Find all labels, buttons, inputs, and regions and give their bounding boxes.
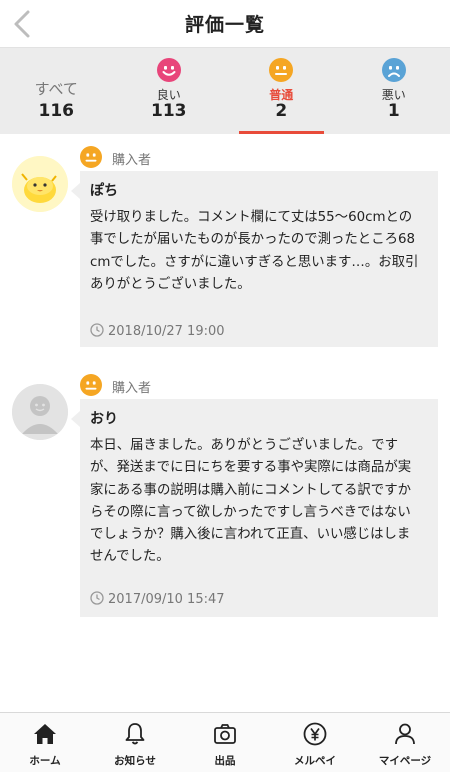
bottom-navigation: ホーム お知らせ 出品 メルペイ マイページ: [0, 712, 450, 772]
default-avatar-icon: [12, 384, 68, 440]
review-comment: 受け取りました。コメント欄にて丈は55〜60cmとの事でしたが届いたものが長かっ…: [90, 210, 419, 292]
camera-icon: [214, 724, 236, 744]
role-label: 購入者: [112, 153, 152, 168]
clock-icon: [90, 323, 104, 337]
page-title: 評価一覧: [184, 14, 265, 36]
review-item[interactable]: 購入者 おり 本日、届きました。ありがとうございました。ですが、発送までに日にち…: [0, 364, 450, 634]
yen-icon: [303, 722, 327, 746]
tab-normal[interactable]: 普通 2: [225, 48, 338, 134]
rating-filter-tabs: すべて 116 良い 113 普通 2 悪い 1: [0, 48, 450, 134]
sad-face-icon: [381, 58, 406, 82]
tab-label: すべて: [34, 80, 78, 98]
egg-character-icon: [12, 156, 68, 212]
review-date-text: 2017/09/10 15:47: [108, 592, 225, 607]
review-bubble[interactable]: おり 本日、届きました。ありがとうございました。ですが、発送までに日にちを要する…: [71, 399, 438, 617]
smile-face-icon: [156, 58, 181, 82]
neutral-face-icon: [269, 58, 294, 82]
clock-icon: [90, 591, 104, 605]
avatar[interactable]: [12, 156, 68, 212]
nav-label: お知らせ: [114, 755, 156, 767]
review-date: 2017/09/10 15:47: [90, 591, 225, 607]
review-comment: 本日、届きました。ありがとうございました。ですが、発送までに日にちを要する事や実…: [90, 438, 412, 565]
tab-count: 2: [275, 101, 288, 121]
role-label: 購入者: [112, 381, 152, 396]
tab-count: 116: [38, 101, 75, 121]
tab-good[interactable]: 良い 113: [113, 48, 226, 134]
neutral-face-icon: [80, 374, 102, 396]
nav-mypage[interactable]: マイページ: [360, 713, 450, 772]
review-item[interactable]: 購入者 ぽち 受け取りました。コメント欄にて丈は55〜60cmとの事でしたが届い…: [0, 134, 450, 364]
nav-label: ホーム: [29, 755, 61, 767]
tab-bad[interactable]: 悪い 1: [338, 48, 450, 134]
nav-label: メルペイ: [294, 755, 336, 767]
neutral-face-icon: [80, 146, 102, 168]
nav-merpay[interactable]: メルペイ: [270, 713, 360, 772]
nav-notifications[interactable]: お知らせ: [90, 713, 180, 772]
review-date-text: 2018/10/27 19:00: [108, 324, 225, 339]
home-icon: [34, 724, 56, 744]
avatar[interactable]: [12, 384, 68, 440]
tab-count: 1: [387, 101, 400, 121]
bell-icon: [125, 723, 145, 745]
nav-sell[interactable]: 出品: [180, 713, 270, 772]
nav-label: マイページ: [378, 755, 432, 767]
tab-all[interactable]: すべて 116: [0, 48, 113, 134]
review-date: 2018/10/27 19:00: [90, 323, 225, 339]
reviewer-name: おり: [90, 411, 118, 427]
app-header: 評価一覧: [0, 0, 450, 48]
nav-home[interactable]: ホーム: [0, 713, 90, 772]
nav-label: 出品: [214, 755, 236, 767]
person-icon: [395, 723, 415, 745]
tab-count: 113: [151, 101, 187, 121]
reviewer-name: ぽち: [90, 183, 118, 199]
review-bubble[interactable]: ぽち 受け取りました。コメント欄にて丈は55〜60cmとの事でしたが届いたものが…: [71, 171, 438, 347]
